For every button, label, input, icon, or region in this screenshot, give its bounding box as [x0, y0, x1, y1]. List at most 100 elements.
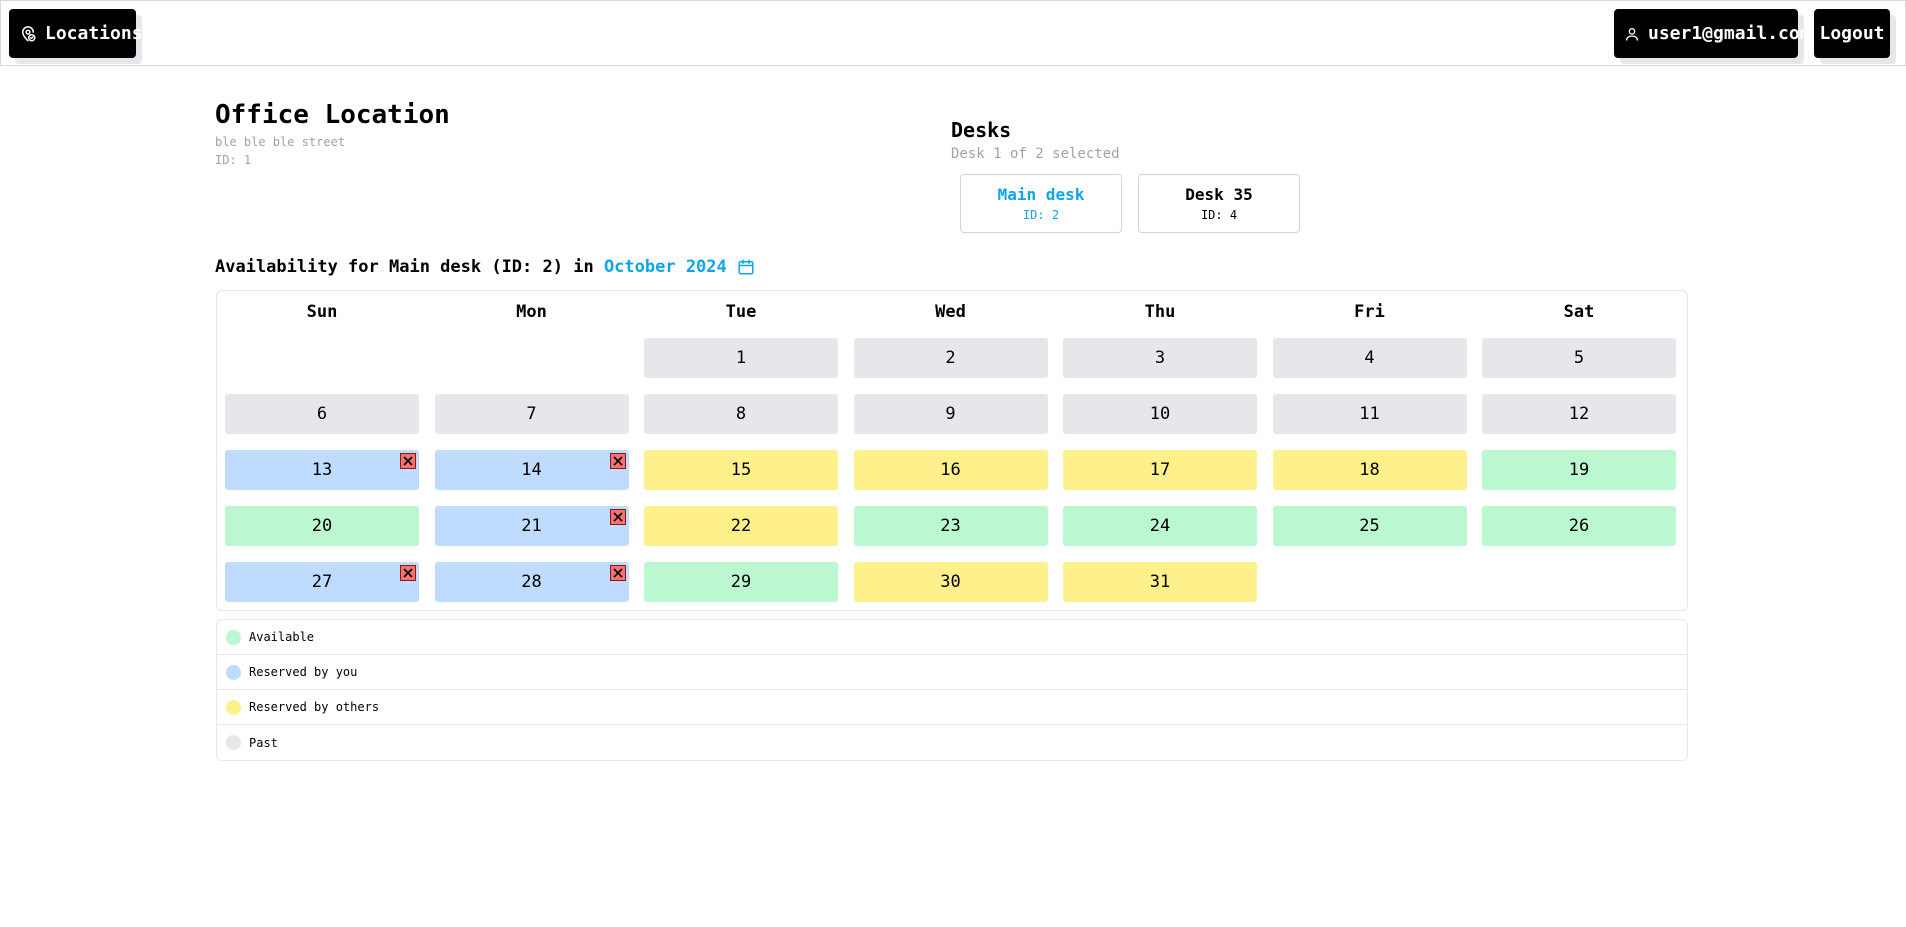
location-id: ID: 1 — [215, 153, 252, 167]
cancel-reservation-close-icon[interactable] — [609, 509, 626, 525]
calendar-day[interactable]: 31 — [1063, 562, 1257, 602]
map-pin-icon — [19, 24, 37, 44]
day-number: 27 — [311, 572, 333, 592]
day-number: 10 — [1149, 404, 1171, 424]
calendar-day[interactable]: 25 — [1272, 506, 1467, 546]
legend-label: Past — [249, 735, 278, 750]
cancel-reservation-close-icon[interactable] — [609, 565, 626, 581]
calendar-icon[interactable] — [737, 257, 757, 277]
day-number: 9 — [945, 404, 956, 424]
day-number: 25 — [1359, 516, 1380, 536]
cancel-reservation-close-icon[interactable] — [609, 453, 626, 469]
locations-label: Locations — [45, 23, 143, 44]
day-number: 8 — [735, 404, 747, 424]
desks-title: Desks — [951, 118, 1012, 142]
top-bar: Locations user1@gmail.com Logout — [0, 0, 1906, 66]
legend-swatch — [226, 629, 241, 645]
legend-label: Reserved by others — [249, 700, 380, 714]
day-number: 21 — [521, 516, 542, 536]
desk-name: Main desk — [997, 185, 1085, 204]
weekday-header: Sun — [306, 302, 338, 322]
day-number: 7 — [526, 404, 537, 424]
calendar-day[interactable]: 13 — [225, 450, 419, 490]
calendar-day[interactable]: 20 — [225, 506, 419, 546]
calendar-day[interactable]: 1 — [644, 338, 838, 378]
weekday-header: Wed — [935, 302, 966, 322]
calendar-legend: Available Reserved by you Reserved by othe… — [216, 619, 1688, 761]
calendar-day[interactable]: 26 — [1482, 506, 1676, 546]
calendar-day[interactable]: 12 — [1482, 394, 1676, 434]
calendar-day[interactable]: 30 — [853, 562, 1048, 602]
logout-label: Logout — [1819, 23, 1885, 44]
month-selector[interactable]: October 2024 — [604, 257, 727, 277]
day-number: 2 — [945, 348, 956, 368]
day-number: 31 — [1149, 572, 1171, 592]
calendar-day[interactable]: 24 — [1063, 506, 1257, 546]
legend-label: Available — [249, 630, 315, 644]
availability-calendar: Sun Mon Tue Wed Thu Fri Sat 1 2 3 4 5 6 7 8 9 10 11 12 13 14… — [216, 290, 1688, 611]
desk-card-desk-35[interactable]: Desk 35 ID: 4 — [1138, 174, 1300, 233]
day-number: 13 — [311, 460, 333, 480]
calendar-day[interactable]: 10 — [1063, 394, 1257, 434]
desks-subtitle: Desk 1 of 2 selected — [951, 146, 1120, 162]
day-number: 29 — [730, 572, 752, 592]
legend-item-available: Available — [217, 620, 1687, 655]
desk-id: ID: 2 — [1022, 208, 1060, 222]
day-number: 17 — [1149, 460, 1171, 480]
calendar-day[interactable]: 9 — [853, 394, 1048, 434]
calendar-day[interactable]: 6 — [225, 394, 419, 434]
day-number: 3 — [1154, 348, 1166, 368]
day-number: 15 — [730, 460, 752, 480]
legend-item-past: Past — [217, 725, 1687, 760]
calendar-day[interactable]: 4 — [1272, 338, 1467, 378]
user-email: user1@gmail.com — [1648, 23, 1811, 44]
calendar-day[interactable]: 7 — [434, 394, 629, 434]
weekday-header: Mon — [516, 302, 547, 322]
calendar-day[interactable]: 19 — [1482, 450, 1676, 490]
location-title: Office Location — [215, 100, 450, 130]
calendar-day[interactable]: 17 — [1063, 450, 1257, 490]
calendar-day[interactable]: 16 — [853, 450, 1048, 490]
day-number: 11 — [1359, 404, 1380, 424]
calendar-day[interactable]: 11 — [1272, 394, 1467, 434]
weekday-header: Fri — [1354, 302, 1385, 322]
calendar-day[interactable]: 18 — [1272, 450, 1467, 490]
legend-item-others: Reserved by others — [217, 690, 1687, 725]
day-number: 6 — [316, 404, 328, 424]
calendar-day[interactable]: 29 — [644, 562, 838, 602]
locations-button[interactable]: Locations — [9, 9, 143, 58]
calendar-day[interactable]: 22 — [644, 506, 838, 546]
day-number: 19 — [1568, 460, 1590, 480]
day-number: 12 — [1568, 404, 1590, 424]
day-number: 1 — [735, 348, 747, 368]
calendar-day[interactable]: 2 — [853, 338, 1048, 378]
calendar-day[interactable]: 23 — [853, 506, 1048, 546]
weekday-header: Thu — [1144, 302, 1176, 322]
day-number: 22 — [730, 516, 752, 536]
calendar-day[interactable]: 27 — [225, 562, 419, 602]
day-number: 24 — [1149, 516, 1171, 536]
day-number: 30 — [940, 572, 961, 592]
cancel-reservation-close-icon[interactable] — [400, 565, 416, 581]
day-number: 28 — [521, 572, 542, 592]
day-number: 5 — [1573, 348, 1585, 368]
day-number: 23 — [940, 516, 961, 536]
calendar-day[interactable]: 8 — [644, 394, 838, 434]
user-icon — [1624, 25, 1640, 43]
user-account-button[interactable]: user1@gmail.com — [1614, 9, 1811, 58]
desk-card-main-desk[interactable]: Main desk ID: 2 — [960, 174, 1122, 233]
logout-button[interactable]: Logout — [1814, 9, 1890, 58]
legend-item-mine: Reserved by you — [217, 655, 1687, 690]
availability-prefix: Availability for Main desk (ID: 2) in — [215, 257, 604, 277]
day-number: 20 — [311, 516, 333, 536]
availability-heading: Availability for Main desk (ID: 2) in Oc… — [215, 257, 757, 277]
weekday-header: Tue — [725, 302, 757, 322]
calendar-day[interactable]: 15 — [644, 450, 838, 490]
calendar-day[interactable]: 5 — [1482, 338, 1676, 378]
calendar-day[interactable]: 3 — [1063, 338, 1257, 378]
calendar-day[interactable]: 14 — [434, 450, 629, 490]
calendar-day[interactable]: 28 — [434, 562, 629, 602]
calendar-day[interactable]: 21 — [434, 506, 629, 546]
cancel-reservation-close-icon[interactable] — [400, 453, 416, 469]
legend-swatch — [226, 699, 241, 715]
